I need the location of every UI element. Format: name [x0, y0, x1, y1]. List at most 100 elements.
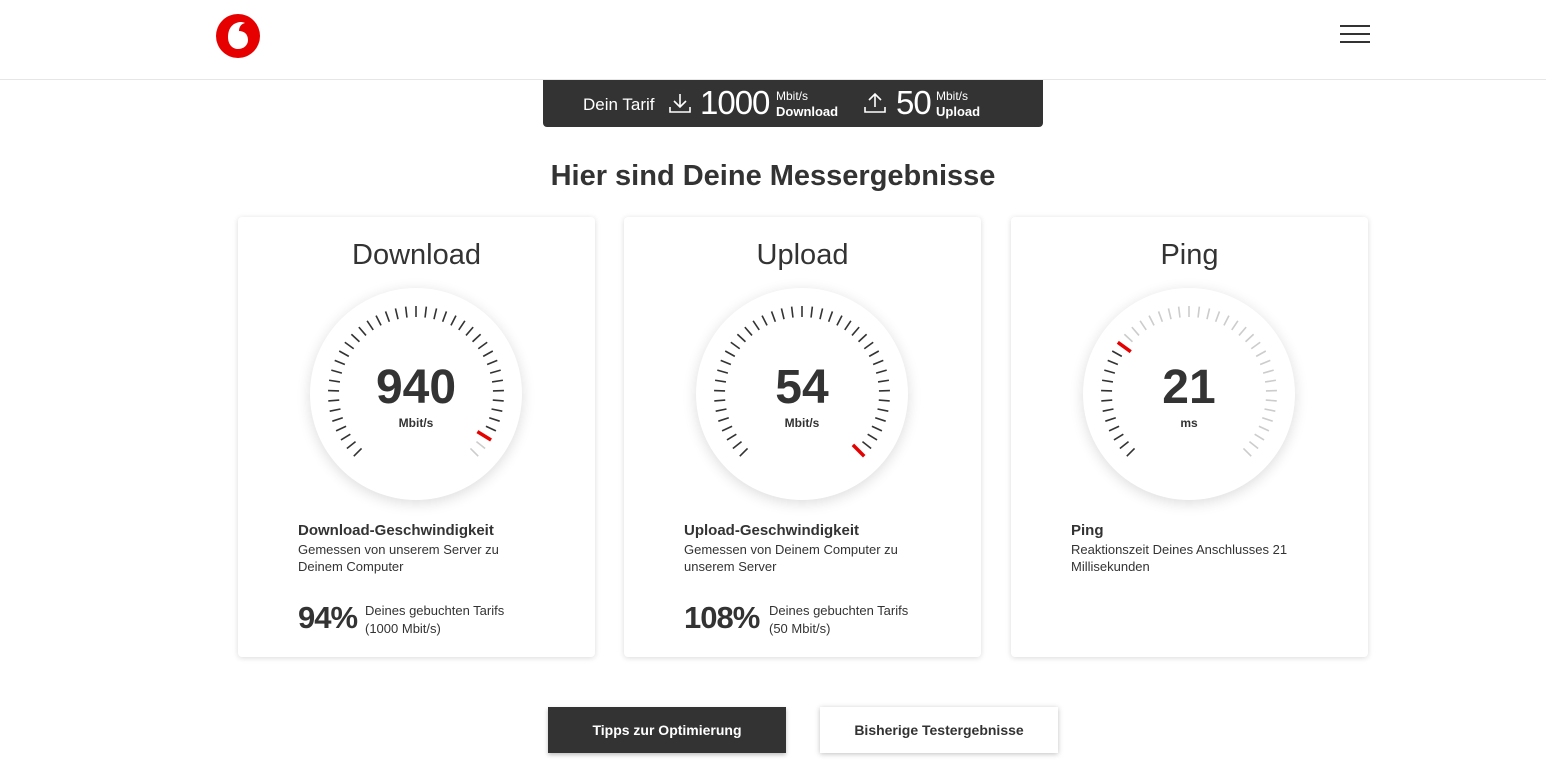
gauge-tick [441, 311, 448, 323]
percent-value: 108% [684, 600, 760, 635]
gauge-tick [810, 306, 814, 318]
ping-card: Ping 21 ms Ping Reaktionszeit Deines Ans… [1011, 217, 1368, 657]
gauge-tick [375, 315, 382, 326]
gauge-tick [353, 447, 363, 457]
tariff-upload-value: 50 [896, 84, 932, 121]
gauge-tick [1131, 326, 1140, 336]
upload-gauge: 54 Mbit/s [696, 288, 908, 500]
gauge-tick [366, 320, 374, 331]
gauge-tick [1139, 320, 1147, 331]
description-text: Reaktionszeit Deines Anschlusses 21 Mill… [1071, 542, 1288, 574]
gauge-tick [433, 308, 438, 320]
gauge-marker [1116, 340, 1132, 354]
download-gauge: 940 Mbit/s [310, 288, 522, 500]
gauge-marker [476, 430, 492, 442]
gauge-tick [394, 308, 399, 320]
gauge-tick [732, 441, 743, 450]
gauge-tick [736, 333, 747, 343]
gauge-tick [1248, 441, 1259, 450]
gauge-tick [1113, 433, 1124, 441]
gauge-tick [739, 447, 749, 457]
card-heading: Upload [756, 239, 849, 271]
gauge-tick [471, 333, 482, 343]
gauge-tick [770, 311, 777, 323]
gauge-tick [465, 326, 474, 336]
percent-value: 94% [298, 600, 358, 635]
download-card: Download 940 Mbit/s Download-Geschwindig… [238, 217, 595, 657]
tariff-upload-unit: Mbit/s Upload [936, 89, 981, 119]
description-title: Upload-Geschwindigkeit [684, 522, 860, 539]
gauge-tick [724, 350, 736, 358]
gauge-tick [1126, 447, 1136, 457]
gauge-tick [1197, 306, 1201, 318]
gauge-tick [761, 315, 768, 326]
gauge-tick [1177, 306, 1181, 318]
gauge-tick [827, 311, 834, 323]
gauge-tick [1123, 333, 1134, 343]
gauge-tick [1206, 308, 1211, 320]
gauge-tick [1223, 315, 1230, 326]
card-description: Ping Reaktionszeit Deines Anschlusses 21… [1071, 522, 1311, 575]
gauge-tick [346, 441, 357, 450]
hamburger-menu-icon[interactable] [1340, 22, 1370, 50]
gauge-tick [1255, 350, 1267, 358]
gauge-tick [384, 311, 391, 323]
header [0, 0, 1546, 80]
tariff-download-unit: Mbit/s Download [776, 89, 839, 119]
gauge-tick [344, 341, 355, 350]
history-button[interactable]: Bisherige Testergebnisse [820, 707, 1058, 753]
download-icon [669, 94, 691, 113]
gauge-tick [867, 433, 878, 441]
card-description: Download-Geschwindigkeit Gemessen von un… [298, 522, 538, 575]
gauge-tick [780, 308, 785, 320]
gauge-tick [1111, 350, 1123, 358]
gauge-tick [1254, 433, 1265, 441]
description-title: Ping [1071, 522, 1104, 539]
page-title: Hier sind Deine Messergebnisse [550, 160, 996, 192]
gauge-tick [790, 306, 794, 318]
gauge-tick [844, 320, 852, 331]
tariff-download-value: 1000 [700, 84, 770, 121]
gauge-tick [469, 447, 479, 457]
gauge-tick [477, 341, 488, 350]
gauge-tick [404, 306, 408, 318]
gauge-tick [458, 320, 466, 331]
gauge-unit: ms [1180, 416, 1198, 430]
gauge-unit: Mbit/s [784, 416, 820, 430]
gauge-tick [819, 308, 824, 320]
gauge-tick [1231, 320, 1239, 331]
upload-card: Upload 54 Mbit/s Upload-Geschwindigkeit … [624, 217, 981, 657]
gauge-tick [851, 326, 860, 336]
tariff-bar: Dein Tarif 1000 Mbit/s Download 50 Mbit/… [543, 80, 1043, 127]
percent-description: Deines gebuchten Tarifs (50 Mbit/s) [769, 603, 909, 636]
gauge-value: 21 [1162, 361, 1216, 414]
tariff-label: Dein Tarif [583, 95, 655, 114]
gauge-tick [340, 433, 351, 441]
gauge-tick [338, 350, 350, 358]
gauge-tick [868, 350, 880, 358]
gauge-tick [1238, 326, 1247, 336]
ping-gauge: 21 ms [1083, 288, 1295, 500]
gauge-tick [350, 333, 361, 343]
gauge-value: 54 [775, 361, 829, 414]
description-title: Download-Geschwindigkeit [298, 522, 494, 539]
percent-description: Deines gebuchten Tarifs (1000 Mbit/s) [365, 603, 505, 636]
upload-icon [864, 92, 886, 113]
gauge-tick [1214, 311, 1221, 323]
gauge-tick [863, 341, 874, 350]
card-description: Upload-Geschwindigkeit Gemessen von Dein… [684, 522, 924, 575]
gauge-tick [1148, 315, 1155, 326]
gauge-tick [482, 350, 494, 358]
vodafone-logo[interactable] [216, 14, 260, 58]
tips-button[interactable]: Tipps zur Optimierung [548, 707, 786, 753]
gauge-tick [861, 441, 872, 450]
gauge-tick [836, 315, 843, 326]
gauge-tick [1242, 447, 1252, 457]
gauge-tick [730, 341, 741, 350]
gauge-tick [726, 433, 737, 441]
card-heading: Ping [1160, 239, 1219, 271]
gauge-tick [1250, 341, 1261, 350]
gauge-value: 940 [375, 361, 457, 414]
gauge-marker [851, 443, 866, 458]
description-text: Gemessen von Deinem Computer zu unserem … [684, 542, 898, 574]
